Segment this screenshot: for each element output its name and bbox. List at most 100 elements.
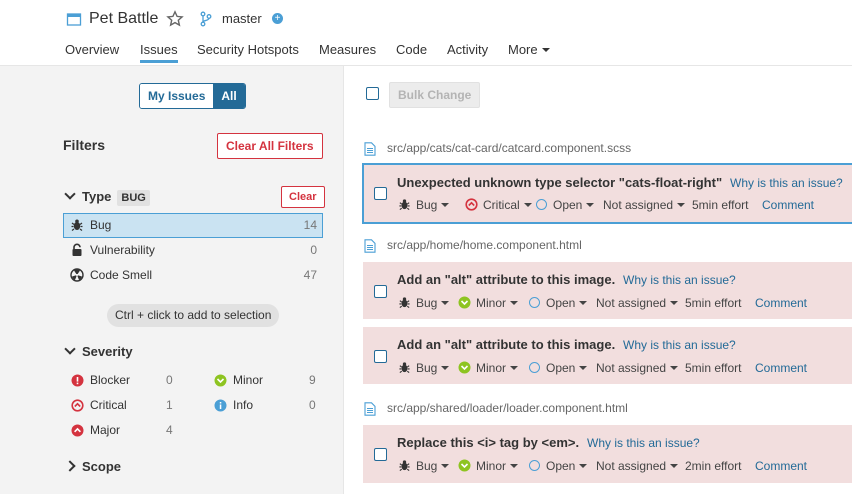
chevron-down-icon: [523, 203, 532, 207]
tab-issues[interactable]: Issues: [140, 42, 178, 63]
major-icon: [71, 424, 84, 437]
issue-message[interactable]: Add an "alt" attribute to this image.: [397, 272, 615, 287]
tab-more-label: More: [508, 42, 538, 57]
issue-assignee-dropdown[interactable]: Not assigned: [596, 459, 679, 473]
star-icon[interactable]: [166, 10, 184, 28]
severity-item-minor[interactable]: Minor 9: [214, 372, 319, 392]
issue-type-dropdown[interactable]: Bug: [398, 198, 450, 212]
type-item-vulnerability[interactable]: Vulnerability 0: [63, 238, 323, 263]
issue-checkbox[interactable]: [374, 187, 387, 200]
issue-status-dropdown[interactable]: Open: [529, 459, 588, 473]
chevron-down-icon: [441, 366, 450, 370]
issue-severity-dropdown[interactable]: Minor: [458, 361, 519, 375]
comment-link[interactable]: Comment: [755, 459, 807, 473]
blocker-icon: [71, 374, 84, 387]
why-issue-link[interactable]: Why is this an issue?: [623, 338, 736, 352]
issue-severity-dropdown[interactable]: Minor: [458, 296, 519, 310]
clear-all-filters-button[interactable]: Clear All Filters: [217, 133, 323, 159]
issue-message[interactable]: Unexpected unknown type selector "cats-f…: [397, 175, 722, 190]
bulk-change-button[interactable]: Bulk Change: [389, 82, 481, 108]
issue-checkbox[interactable]: [374, 285, 387, 298]
clear-type-button[interactable]: Clear: [281, 186, 325, 208]
tab-more[interactable]: More: [508, 42, 550, 57]
issue-status-dropdown[interactable]: Open: [529, 361, 588, 375]
tab-security-hotspots[interactable]: Security Hotspots: [197, 42, 299, 57]
info-icon: [214, 399, 227, 412]
issue-message[interactable]: Replace this <i> tag by <em>.: [397, 435, 579, 450]
tab-code[interactable]: Code: [396, 42, 427, 57]
tab-activity[interactable]: Activity: [447, 42, 488, 57]
issue-severity-dropdown[interactable]: Critical: [465, 198, 532, 212]
chevron-down-icon: [64, 188, 76, 200]
type-item-label: Code Smell: [90, 268, 153, 282]
comment-link-label: Comment: [755, 459, 808, 473]
issue-severity-dropdown[interactable]: Minor: [458, 459, 519, 473]
filters-title: Filters: [63, 137, 106, 153]
chevron-down-icon: [579, 366, 588, 370]
severity-count: 0: [309, 398, 316, 412]
why-issue-link[interactable]: Why is this an issue?: [730, 176, 843, 190]
issue-checkbox[interactable]: [374, 448, 387, 461]
type-item-label: Vulnerability: [90, 243, 155, 257]
issue-row[interactable]: Add an "alt" attribute to this image. Wh…: [363, 327, 852, 384]
file-icon: [364, 402, 376, 416]
type-item-bug[interactable]: Bug 14: [63, 213, 323, 238]
tab-measures[interactable]: Measures: [319, 42, 376, 57]
project-header: Pet Battle master + Overview Issues Secu…: [0, 0, 852, 66]
issue-assignee: Not assigned: [596, 296, 667, 310]
my-issues-button[interactable]: My Issues: [140, 84, 214, 108]
issue-type-dropdown[interactable]: Bug: [398, 361, 450, 375]
selection-hint: Ctrl + click to add to selection: [107, 304, 280, 327]
branch-name[interactable]: master: [222, 11, 262, 26]
issue-checkbox[interactable]: [374, 350, 387, 363]
select-all-checkbox[interactable]: [366, 87, 379, 100]
severity-facet-header[interactable]: Severity: [64, 343, 133, 359]
issue-effort[interactable]: 2min effort: [685, 459, 741, 473]
issue-status: Open: [546, 459, 576, 473]
file-path[interactable]: src/app/cats/cat-card/catcard.component.…: [387, 141, 631, 155]
severity-item-critical[interactable]: Critical 1: [71, 397, 176, 417]
file-path[interactable]: src/app/home/home.component.html: [387, 238, 582, 252]
issue-row[interactable]: Add an "alt" attribute to this image. Wh…: [363, 262, 852, 319]
severity-item-major[interactable]: Major 4: [71, 422, 176, 442]
tab-overview[interactable]: Overview: [65, 42, 119, 57]
filters-sidebar: My Issues All Filters Clear All Filters …: [0, 66, 344, 494]
all-issues-button[interactable]: All: [213, 84, 245, 108]
issue-status: Open: [553, 198, 583, 212]
scope-facet-header[interactable]: Scope: [64, 459, 121, 474]
issue-status-dropdown[interactable]: Open: [536, 198, 595, 212]
comment-link[interactable]: Comment: [755, 361, 807, 375]
severity-item-info[interactable]: Info 0: [214, 397, 319, 417]
type-item-code-smell[interactable]: Code Smell 47: [63, 263, 323, 288]
severity-label: Info: [233, 398, 254, 412]
type-item-count: 0: [310, 243, 317, 257]
issue-message[interactable]: Add an "alt" attribute to this image.: [397, 337, 615, 352]
comment-link[interactable]: Comment: [755, 296, 807, 310]
issue-effort[interactable]: 5min effort: [685, 361, 741, 375]
issue-severity: Minor: [476, 459, 507, 473]
issue-status-dropdown[interactable]: Open: [529, 296, 588, 310]
add-icon[interactable]: +: [272, 13, 283, 24]
project-name[interactable]: Pet Battle: [89, 10, 158, 28]
issue-assignee-dropdown[interactable]: Not assigned: [603, 198, 686, 212]
why-issue-link[interactable]: Why is this an issue?: [623, 273, 736, 287]
why-issue-link[interactable]: Why is this an issue?: [587, 436, 700, 450]
issue-effort[interactable]: 5min effort: [685, 296, 741, 310]
type-facet-header[interactable]: Type BUG: [64, 188, 150, 206]
issue-type-dropdown[interactable]: Bug: [398, 296, 450, 310]
lock-icon: [72, 243, 82, 256]
issue-effort[interactable]: 5min effort: [692, 198, 748, 212]
issue-assignee: Not assigned: [603, 198, 674, 212]
issue-row[interactable]: Replace this <i> tag by <em>. Why is thi…: [363, 425, 852, 483]
issue-type-dropdown[interactable]: Bug: [398, 459, 450, 473]
chevron-down-icon: [64, 343, 76, 355]
issue-assignee-dropdown[interactable]: Not assigned: [596, 296, 679, 310]
chevron-down-icon: [677, 203, 686, 207]
comment-link[interactable]: Comment: [762, 198, 814, 212]
comment-link-label: Comment: [755, 296, 808, 310]
severity-item-blocker[interactable]: Blocker 0: [71, 372, 176, 392]
file-path[interactable]: src/app/shared/loader/loader.component.h…: [387, 401, 628, 415]
issue-assignee-dropdown[interactable]: Not assigned: [596, 361, 679, 375]
issue-row[interactable]: Unexpected unknown type selector "cats-f…: [362, 163, 852, 224]
chevron-down-icon: [441, 301, 450, 305]
